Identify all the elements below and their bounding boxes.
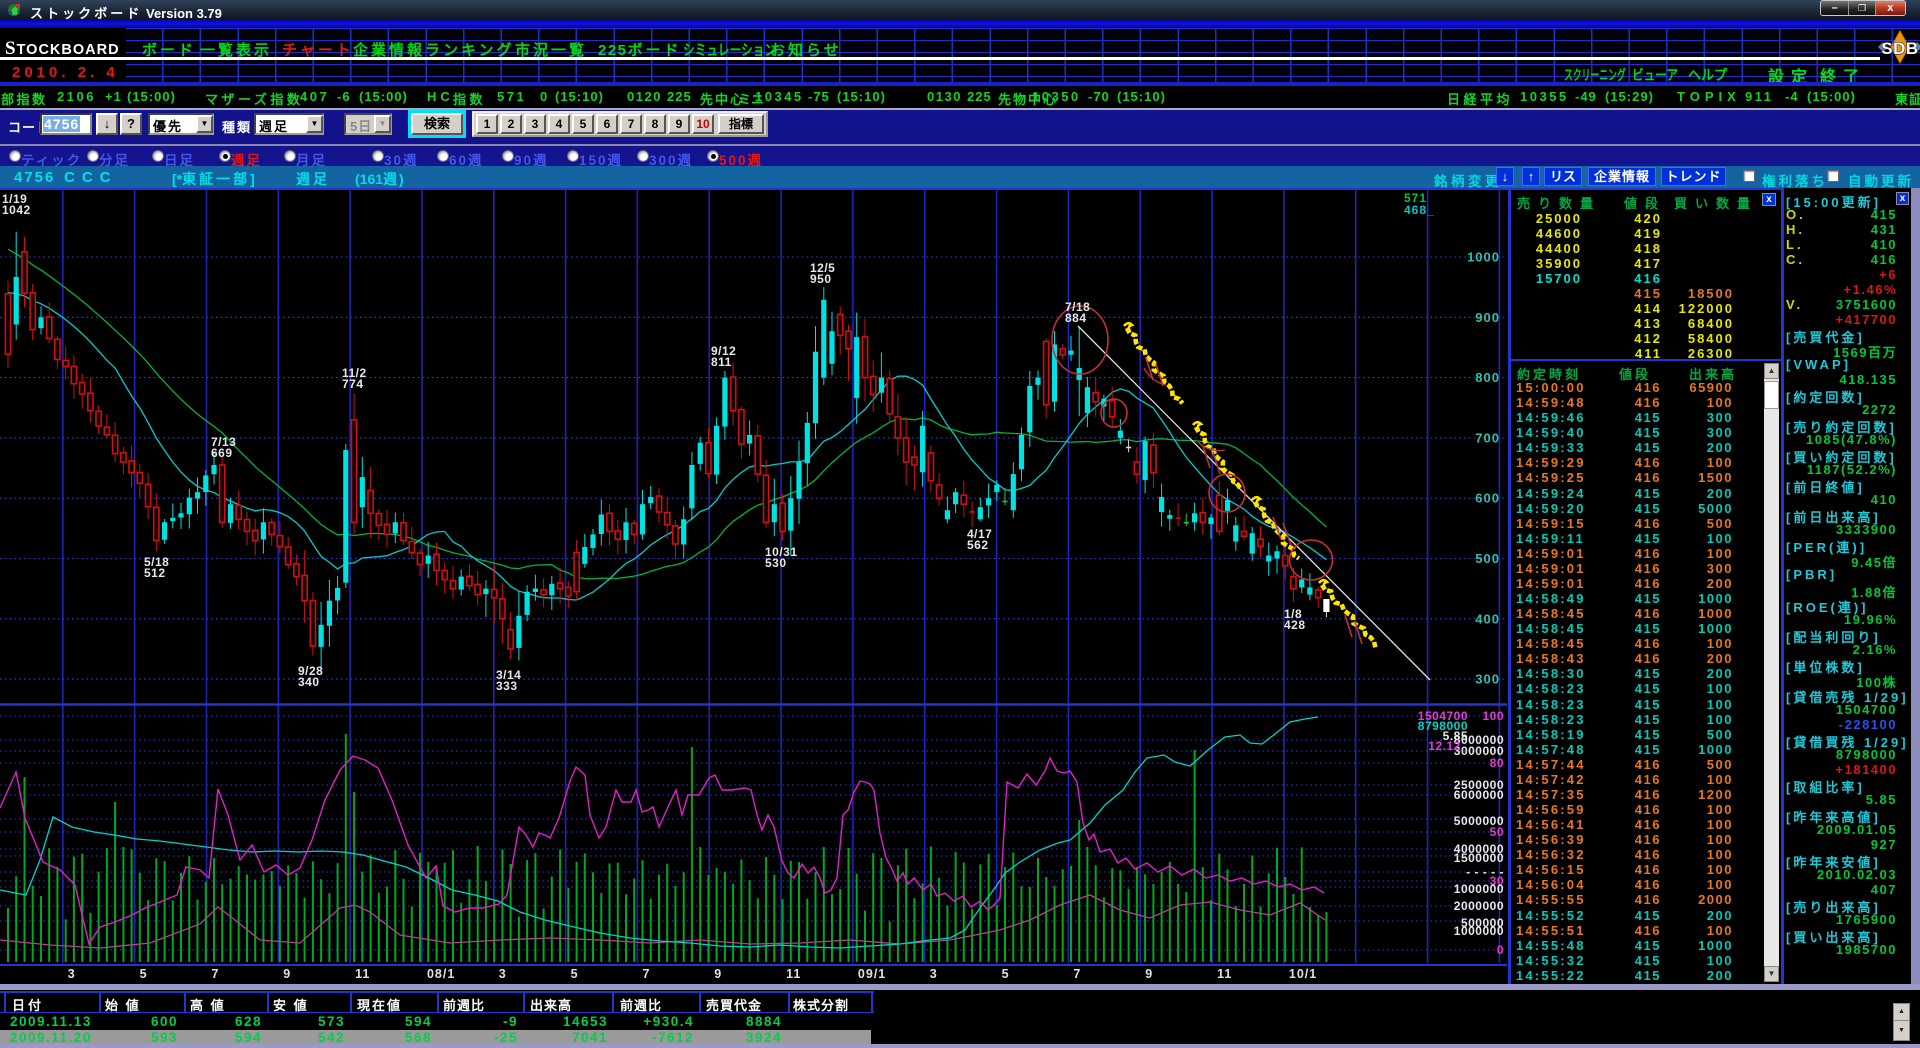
svg-text:7: 7: [1073, 967, 1081, 981]
svg-text:50: 50: [1490, 825, 1504, 839]
svg-text:3: 3: [930, 967, 938, 981]
svg-text:11: 11: [355, 967, 370, 981]
svg-text:500: 500: [1475, 551, 1500, 566]
svg-text:6000000: 6000000: [1454, 788, 1504, 802]
svg-text:9: 9: [714, 967, 722, 981]
svg-text:12.12_: 12.12_: [1428, 739, 1468, 753]
svg-text:1500000: 1500000: [1454, 851, 1504, 865]
svg-text:9: 9: [1145, 967, 1153, 981]
svg-text:10/1: 10/1: [1289, 967, 1317, 981]
svg-text:600: 600: [1475, 491, 1500, 506]
svg-text:11: 11: [786, 967, 801, 981]
svg-text:950: 950: [810, 272, 832, 286]
svg-text:400: 400: [1475, 611, 1500, 626]
svg-text:0: 0: [1497, 943, 1504, 957]
svg-text:428: 428: [1284, 618, 1306, 632]
svg-text:333: 333: [496, 679, 518, 693]
svg-text:7: 7: [642, 967, 650, 981]
svg-text:SDB: SDB: [1881, 39, 1918, 58]
svg-text:1000000: 1000000: [1454, 882, 1504, 896]
svg-text:3: 3: [499, 967, 507, 981]
svg-text:800: 800: [1475, 370, 1500, 385]
svg-text:811: 811: [711, 355, 732, 369]
svg-text:468_: 468_: [1404, 203, 1435, 217]
svg-text:3: 3: [68, 967, 76, 981]
svg-text:100: 100: [1482, 709, 1504, 723]
svg-text:5: 5: [140, 967, 148, 981]
svg-text:5: 5: [571, 967, 579, 981]
svg-text:512: 512: [144, 566, 166, 580]
svg-text:884: 884: [1065, 311, 1087, 325]
svg-text:80: 80: [1490, 756, 1504, 770]
svg-text:562: 562: [967, 538, 989, 552]
svg-text:08/1: 08/1: [427, 967, 455, 981]
svg-text:7: 7: [211, 967, 219, 981]
svg-text:2000000: 2000000: [1454, 899, 1504, 913]
svg-text:900: 900: [1475, 310, 1500, 325]
svg-text:9: 9: [283, 967, 291, 981]
svg-text:1000: 1000: [1467, 250, 1500, 265]
svg-text:774: 774: [342, 377, 364, 391]
svg-text:5: 5: [1002, 967, 1010, 981]
svg-text:669: 669: [211, 446, 233, 460]
svg-text:530: 530: [765, 556, 787, 570]
svg-text:340: 340: [298, 675, 320, 689]
svg-text:300: 300: [1475, 672, 1500, 687]
svg-text:1042: 1042: [2, 203, 31, 217]
svg-text:09/1: 09/1: [858, 967, 886, 981]
svg-text:700: 700: [1475, 430, 1500, 445]
svg-text:1000000: 1000000: [1454, 924, 1504, 938]
svg-text:11: 11: [1217, 967, 1232, 981]
